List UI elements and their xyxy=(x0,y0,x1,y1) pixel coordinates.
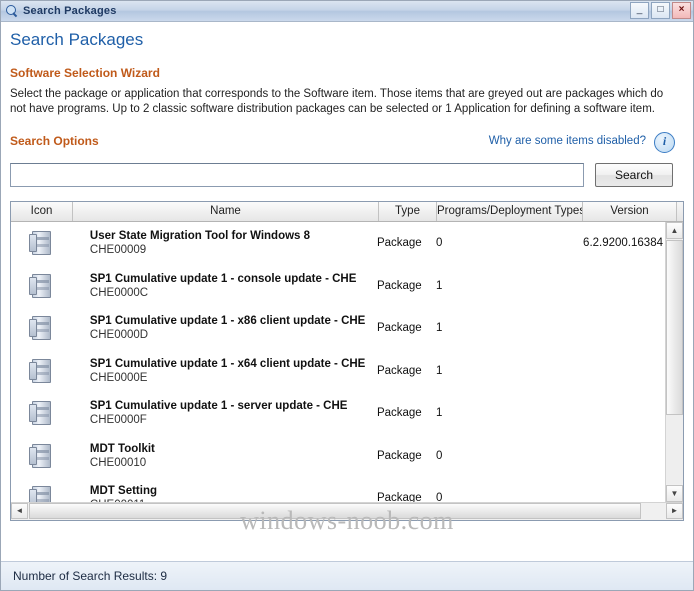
package-name: MDT Setting xyxy=(89,485,157,498)
row-name-cell: SP1 Cumulative update 1 - console update… xyxy=(72,272,373,300)
table-row[interactable]: User State Migration Tool for Windows 8 … xyxy=(11,222,666,265)
package-icon xyxy=(29,485,53,502)
info-icon[interactable]: i xyxy=(654,132,675,153)
wizard-section-header: Software Selection Wizard xyxy=(10,66,160,80)
row-icon-cell xyxy=(11,400,72,426)
window-title: Search Packages xyxy=(23,5,117,17)
row-name-cell: SP1 Cumulative update 1 - x86 client upd… xyxy=(72,314,373,342)
horizontal-scroll-thumb[interactable] xyxy=(29,503,641,519)
search-input[interactable] xyxy=(10,163,584,187)
package-icon xyxy=(29,315,53,341)
package-id: CHE0000F xyxy=(89,414,147,427)
package-name: SP1 Cumulative update 1 - console update… xyxy=(89,272,357,285)
row-programs: 1 xyxy=(436,364,443,377)
package-icon xyxy=(29,230,53,256)
package-icon xyxy=(29,400,53,426)
scroll-down-arrow-icon[interactable]: ▼ xyxy=(666,485,683,502)
row-type: Package xyxy=(376,322,422,335)
row-type: Package xyxy=(376,237,422,250)
package-name: User State Migration Tool for Windows 8 xyxy=(89,230,311,243)
row-version: 6.2.9200.16384 xyxy=(583,237,663,250)
package-id: CHE00010 xyxy=(89,456,147,469)
row-programs: 0 xyxy=(436,449,443,462)
search-options-row: Search Options Why are some items disabl… xyxy=(10,132,684,154)
search-row: Search xyxy=(10,163,684,187)
row-name-cell: MDT Setting CHE00011 xyxy=(72,484,373,502)
row-icon-cell xyxy=(11,315,72,341)
table-row[interactable]: SP1 Cumulative update 1 - x64 client upd… xyxy=(11,350,666,393)
row-type: Package xyxy=(376,449,422,462)
grid-horizontal-scrollbar[interactable]: ◄ ► xyxy=(11,502,683,520)
dialog-content: Search Packages Software Selection Wizar… xyxy=(1,22,693,562)
row-name-cell: SP1 Cumulative update 1 - x64 client upd… xyxy=(72,357,373,385)
row-icon-cell xyxy=(11,443,72,469)
title-bar[interactable]: Search Packages _ □ × xyxy=(1,1,693,22)
minimize-button[interactable]: _ xyxy=(630,2,649,19)
window-controls: _ □ × xyxy=(630,2,691,19)
package-icon xyxy=(29,443,53,469)
column-header-name[interactable]: Name xyxy=(73,202,379,221)
package-id: CHE0000D xyxy=(89,329,149,342)
row-programs: 1 xyxy=(436,407,443,420)
column-header-type[interactable]: Type xyxy=(379,202,437,221)
row-type: Package xyxy=(376,492,422,502)
row-name-cell: MDT Toolkit CHE00010 xyxy=(72,442,373,470)
why-items-disabled-link[interactable]: Why are some items disabled? xyxy=(489,135,646,147)
scroll-left-arrow-icon[interactable]: ◄ xyxy=(11,503,28,519)
column-header-version[interactable]: Version xyxy=(583,202,677,221)
package-name: SP1 Cumulative update 1 - x86 client upd… xyxy=(89,315,366,328)
row-programs: 0 xyxy=(436,237,443,250)
row-type: Package xyxy=(376,279,422,292)
row-name-cell: User State Migration Tool for Windows 8 … xyxy=(72,229,373,257)
grid-header-row: Icon Name Type Programs/Deployment Types… xyxy=(11,202,683,222)
package-id: CHE0000E xyxy=(89,371,148,384)
status-bar: Number of Search Results: 9 xyxy=(1,561,693,590)
search-packages-window: Search Packages _ □ × Search Packages So… xyxy=(0,0,694,591)
search-results-count: Number of Search Results: 9 xyxy=(13,569,168,583)
table-row[interactable]: SP1 Cumulative update 1 - console update… xyxy=(11,265,666,308)
maximize-button[interactable]: □ xyxy=(651,2,670,19)
column-header-icon[interactable]: Icon xyxy=(11,202,73,221)
row-programs: 1 xyxy=(436,322,443,335)
package-id: CHE0000C xyxy=(89,286,149,299)
vertical-scroll-thumb[interactable] xyxy=(666,240,683,415)
magnifier-icon xyxy=(5,4,19,18)
wizard-description: Select the package or application that c… xyxy=(10,88,664,115)
package-name: MDT Toolkit xyxy=(89,442,155,455)
page-title: Search Packages xyxy=(10,30,144,49)
table-row[interactable]: MDT Setting CHE00011 Package 0 xyxy=(11,477,666,502)
row-programs: 0 xyxy=(436,492,443,502)
package-icon xyxy=(29,358,53,384)
package-name: SP1 Cumulative update 1 - server update … xyxy=(89,400,348,413)
table-row[interactable]: MDT Toolkit CHE00010 Package 0 xyxy=(11,435,666,478)
search-options-label: Search Options xyxy=(10,134,99,148)
row-programs: 1 xyxy=(436,279,443,292)
table-row[interactable]: SP1 Cumulative update 1 - server update … xyxy=(11,392,666,435)
vertical-scroll-track[interactable] xyxy=(666,415,683,484)
row-icon-cell xyxy=(11,230,72,256)
package-name: SP1 Cumulative update 1 - x64 client upd… xyxy=(89,357,366,370)
scroll-right-arrow-icon[interactable]: ► xyxy=(666,503,683,519)
grid-vertical-scrollbar[interactable]: ▲ ▼ xyxy=(665,222,683,502)
scroll-up-arrow-icon[interactable]: ▲ xyxy=(666,222,683,239)
package-id: CHE00009 xyxy=(89,244,147,257)
row-type: Package xyxy=(376,407,422,420)
column-header-programs[interactable]: Programs/Deployment Types xyxy=(437,202,583,221)
package-icon xyxy=(29,273,53,299)
table-row[interactable]: SP1 Cumulative update 1 - x86 client upd… xyxy=(11,307,666,350)
grid-body: User State Migration Tool for Windows 8 … xyxy=(11,222,666,502)
row-icon-cell xyxy=(11,358,72,384)
row-icon-cell xyxy=(11,273,72,299)
results-grid: Icon Name Type Programs/Deployment Types… xyxy=(10,201,684,521)
row-icon-cell xyxy=(11,485,72,502)
row-type: Package xyxy=(376,364,422,377)
row-name-cell: SP1 Cumulative update 1 - server update … xyxy=(72,399,373,427)
search-button[interactable]: Search xyxy=(595,163,673,187)
close-button[interactable]: × xyxy=(672,2,691,19)
